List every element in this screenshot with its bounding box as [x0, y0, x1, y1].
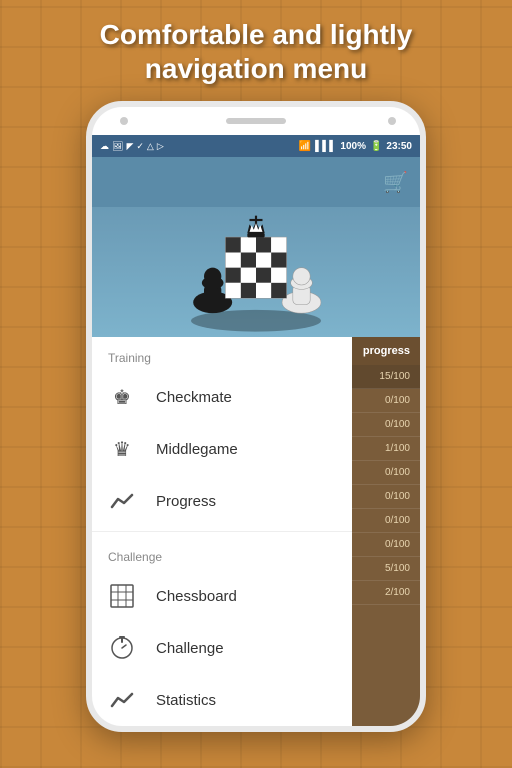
signal-icon: ◤	[126, 141, 133, 152]
battery-icon: 🔋	[370, 141, 382, 152]
app-bar: 🛒	[92, 157, 420, 207]
menu-item-checkmate[interactable]: ♚ Checkmate	[92, 371, 352, 423]
status-icons: ☁ 🖼 ◤ ✓ △ ▷	[100, 141, 164, 152]
menu-item-chessboard[interactable]: Chessboard	[92, 570, 352, 622]
right-panel-item-2: 0/100	[352, 413, 420, 437]
phone-camera-left	[120, 117, 128, 125]
middlegame-icon: ♛	[108, 435, 136, 463]
challenge-label: Challenge	[156, 640, 224, 657]
menu-item-middlegame[interactable]: ♛ Middlegame	[92, 423, 352, 475]
right-panel-header: progress	[352, 337, 420, 365]
right-panel: progress 15/100 0/100 0/100 1/100 0/100 …	[352, 337, 420, 726]
checkmate-icon: ♚	[108, 383, 136, 411]
check-icon: ✓	[136, 141, 144, 152]
progress-icon	[108, 487, 136, 515]
wifi-icon: 📶	[299, 141, 311, 152]
chess-header	[92, 207, 420, 337]
right-panel-item-7: 0/100	[352, 533, 420, 557]
chess-logo	[92, 207, 420, 337]
clock: 23:50	[386, 141, 412, 152]
right-panel-item-8: 5/100	[352, 557, 420, 581]
headline: Comfortable and lightly navigation menu	[100, 18, 413, 85]
right-panel-item-0: 15/100	[352, 365, 420, 389]
play-icon: ▷	[157, 141, 164, 152]
challenge-icon	[108, 634, 136, 662]
image-icon: 🖼	[112, 141, 123, 152]
right-panel-item-6: 0/100	[352, 509, 420, 533]
progress-label: Progress	[156, 493, 216, 510]
battery-percent: 100%	[340, 141, 366, 152]
middlegame-label: Middlegame	[156, 441, 238, 458]
training-section-label: Training	[92, 337, 352, 371]
status-bar: ☁ 🖼 ◤ ✓ △ ▷ 📶 ▌▌▌ 100% 🔋 23:50	[92, 135, 420, 157]
top-text: Comfortable and lightly navigation menu	[80, 0, 433, 95]
phone-frame: ☁ 🖼 ◤ ✓ △ ▷ 📶 ▌▌▌ 100% 🔋 23:50 🛒	[86, 101, 426, 732]
challenge-section-label: Challenge	[92, 536, 352, 570]
menu-item-challenge[interactable]: Challenge	[92, 622, 352, 674]
phone-speaker	[226, 118, 286, 124]
phone-top-bar	[92, 107, 420, 135]
menu-panel: Training ♚ Checkmate ♛ Middlegame Progre…	[92, 337, 352, 726]
warning-icon: △	[147, 141, 154, 152]
chessboard-label: Chessboard	[156, 588, 237, 605]
statistics-label: Statistics	[156, 692, 216, 709]
menu-item-statistics[interactable]: Statistics	[92, 674, 352, 726]
right-panel-item-9: 2/100	[352, 581, 420, 605]
screen-content: Training ♚ Checkmate ♛ Middlegame Progre…	[92, 337, 420, 726]
right-panel-item-1: 0/100	[352, 389, 420, 413]
signal-bars: ▌▌▌	[315, 141, 336, 152]
phone-camera-right	[388, 117, 396, 125]
chessboard-icon	[108, 582, 136, 610]
right-panel-item-5: 0/100	[352, 485, 420, 509]
checkmate-label: Checkmate	[156, 389, 232, 406]
menu-item-progress[interactable]: Progress	[92, 475, 352, 527]
status-right: 📶 ▌▌▌ 100% 🔋 23:50	[299, 141, 412, 152]
cart-icon[interactable]: 🛒	[383, 170, 408, 195]
cloud-icon: ☁	[100, 141, 109, 152]
right-panel-item-3: 1/100	[352, 437, 420, 461]
divider	[92, 531, 352, 532]
right-panel-item-4: 0/100	[352, 461, 420, 485]
statistics-icon	[108, 686, 136, 714]
